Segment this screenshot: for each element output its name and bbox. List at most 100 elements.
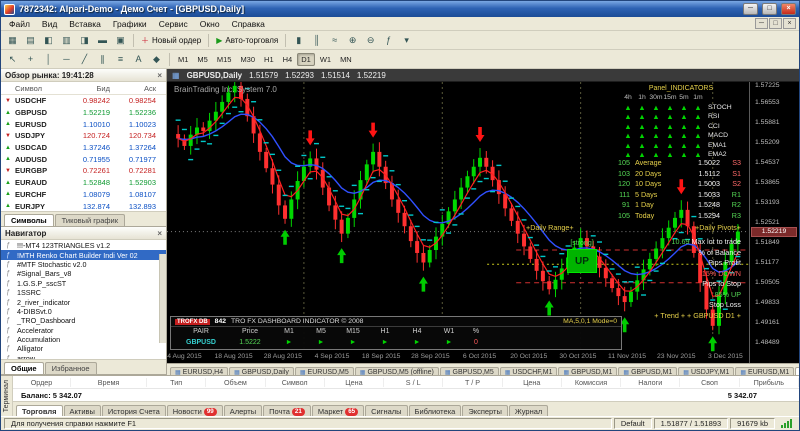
- price-scale-label: 1.56553: [755, 99, 780, 106]
- market-watch-row[interactable]: ▲EURAUD1.528481.52903: [1, 177, 166, 189]
- navigator-item[interactable]: ƒ2_river_indicator: [1, 297, 166, 306]
- indicator-icon: ƒ: [6, 289, 14, 296]
- pivot-name: Average: [635, 158, 677, 169]
- unread-badge: 99: [204, 408, 217, 416]
- navigator-item[interactable]: ƒ1.G.S.P_sscST: [1, 279, 166, 288]
- chart-close-button[interactable]: ×: [783, 18, 796, 29]
- zoom-out-button[interactable]: ⊖: [362, 33, 379, 48]
- market-watch-button[interactable]: ◧: [40, 33, 57, 48]
- navigator-item[interactable]: ƒ_TRO_Dashboard: [1, 316, 166, 325]
- timeframe-W1-button[interactable]: W1: [316, 53, 335, 66]
- terminal-column-Прибыль: Прибыль: [740, 378, 799, 387]
- signal-up-arrow-icon: ▲: [691, 131, 705, 141]
- market-watch-row[interactable]: ▼USDCHF0.982420.98254: [1, 95, 166, 107]
- navigator-tab-Общие[interactable]: Общие: [4, 362, 44, 374]
- navigator-item[interactable]: ƒAccelerator: [1, 326, 166, 335]
- navigator-item[interactable]: ƒ#Signal_Bars_v8: [1, 269, 166, 278]
- menu-Вид[interactable]: Вид: [36, 18, 63, 30]
- timeframe-D1-button[interactable]: D1: [297, 53, 315, 66]
- market-watch-row[interactable]: ▲EURUSD1.100101.10023: [1, 118, 166, 130]
- new-order-button[interactable]: ＋Новый ордер: [138, 33, 204, 48]
- text-label-button[interactable]: A: [130, 52, 147, 67]
- navigator-header[interactable]: Навигатор ×: [1, 227, 166, 240]
- market-watch-tab-Символы[interactable]: Символы: [4, 214, 54, 226]
- timeframe-H4-button[interactable]: H4: [279, 53, 297, 66]
- cursor-button[interactable]: ↖: [4, 52, 21, 67]
- terminal-button[interactable]: ▬: [94, 33, 111, 48]
- balance-value: 5 342.07: [728, 391, 791, 400]
- timeframe-M30-button[interactable]: M30: [236, 53, 259, 66]
- market-watch-row[interactable]: ▲EURJPY132.874132.893: [1, 200, 166, 211]
- market-watch-row[interactable]: ▲GBPUSD1.522191.52236: [1, 107, 166, 119]
- navigator-item[interactable]: ƒ!!!-MT4 123TRIANGLES v1.2: [1, 241, 166, 250]
- profiles-button[interactable]: ▤: [22, 33, 39, 48]
- close-icon[interactable]: ×: [157, 71, 162, 80]
- horizontal-line-button[interactable]: ─: [58, 52, 75, 67]
- status-profile[interactable]: Default: [614, 418, 652, 429]
- daily-pivots-label: +Daily Pivots+: [695, 223, 741, 232]
- timeframe-MN-button[interactable]: MN: [336, 53, 356, 66]
- market-watch-row[interactable]: ▲EURCHF1.080791.08107: [1, 189, 166, 201]
- navigator-item[interactable]: ƒ!MTH Renko Chart Builder Indi Ver 02: [1, 250, 166, 259]
- price-axis[interactable]: 1.572251.565531.558811.552091.545371.538…: [749, 82, 799, 363]
- indicator-icon: ƒ: [6, 299, 14, 306]
- navigator-item[interactable]: ƒAlligator: [1, 344, 166, 353]
- trendline-button[interactable]: ╱: [76, 52, 93, 67]
- timeframe-column-label: 15m: [663, 93, 677, 103]
- balance-label: Баланс: 5 342.07: [21, 391, 82, 400]
- market-watch-row[interactable]: ▼USDJPY120.724120.734: [1, 130, 166, 142]
- market-watch-row[interactable]: ▲USDCAD1.372461.37264: [1, 142, 166, 154]
- chart-restore-button[interactable]: □: [769, 18, 782, 29]
- connection-signal-icon: [777, 419, 796, 428]
- menu-Окно[interactable]: Окно: [194, 18, 226, 30]
- dashboard-column-label: M1: [273, 327, 305, 338]
- pivot-table: 105Average1.5022S310320 Days1.5112S11201…: [608, 158, 741, 221]
- menu-Справка[interactable]: Справка: [226, 18, 271, 30]
- timeframe-H1-button[interactable]: H1: [260, 53, 278, 66]
- timeframe-M15-button[interactable]: M15: [213, 53, 236, 66]
- close-button[interactable]: ×: [781, 3, 796, 15]
- timeframe-M1-button[interactable]: M1: [174, 53, 192, 66]
- navigator-button[interactable]: ◨: [76, 33, 93, 48]
- minimize-button[interactable]: ─: [743, 3, 758, 15]
- market-watch-row[interactable]: ▲AUDUSD0.719550.71977: [1, 153, 166, 165]
- terminal-side-tab[interactable]: Терминал: [1, 376, 13, 416]
- fibonacci-button[interactable]: ≡: [112, 52, 129, 67]
- data-window-button[interactable]: ▥: [58, 33, 75, 48]
- maximize-button[interactable]: □: [762, 3, 777, 15]
- market-watch-header[interactable]: Обзор рынка: 19:41:28 ×: [1, 69, 166, 82]
- candlestick-chart-button[interactable]: ▮: [290, 33, 307, 48]
- vertical-line-button[interactable]: │: [40, 52, 57, 67]
- navigator-item[interactable]: ƒ#MTF Stochastic v2.0: [1, 260, 166, 269]
- arrow-objects-button[interactable]: ◆: [148, 52, 165, 67]
- indicators-button[interactable]: ƒ: [380, 33, 397, 48]
- zoom-in-button[interactable]: ⊕: [344, 33, 361, 48]
- strategy-tester-button[interactable]: ▣: [112, 33, 129, 48]
- menu-Вставка[interactable]: Вставка: [63, 18, 107, 30]
- navigator-scrollbar[interactable]: [159, 254, 166, 343]
- market-watch-row[interactable]: ▼EURGBP0.722610.72281: [1, 165, 166, 177]
- market-watch-tab-Тиковый график[interactable]: Тиковый график: [55, 214, 125, 226]
- templates-button[interactable]: ▾: [398, 33, 415, 48]
- navigator-item[interactable]: ƒ4-DIBSvt.0: [1, 307, 166, 316]
- bar-chart-button[interactable]: ║: [308, 33, 325, 48]
- new-chart-button[interactable]: ▦: [4, 33, 21, 48]
- chart-plot-area[interactable]: BrainTrading Inc. System 7.0 Panel_INDIC…: [167, 82, 749, 363]
- chart-minimize-button[interactable]: ─: [755, 18, 768, 29]
- menu-Графики[interactable]: Графики: [107, 18, 153, 30]
- crosshair-button[interactable]: +: [22, 52, 39, 67]
- menu-Сервис[interactable]: Сервис: [153, 18, 194, 30]
- navigator-item[interactable]: ƒAccumulation: [1, 335, 166, 344]
- navigator-item[interactable]: ƒ1SSRC: [1, 288, 166, 297]
- title-bar[interactable]: 7872342: Alpari-Demo - Демо Счет - [GBPU…: [1, 1, 799, 17]
- close-icon[interactable]: ×: [157, 229, 162, 238]
- navigator-item[interactable]: ƒarrow: [1, 354, 166, 359]
- signal-up-arrow-icon: ▲: [691, 112, 705, 122]
- navigator-tab-Избранное[interactable]: Избранное: [45, 362, 97, 374]
- autotrading-button[interactable]: ▶Авто-торговля: [213, 33, 281, 48]
- line-chart-button[interactable]: ≈: [326, 33, 343, 48]
- timeframe-M5-button[interactable]: M5: [193, 53, 211, 66]
- menu-Файл[interactable]: Файл: [3, 18, 36, 30]
- equidistant-channel-button[interactable]: ∥: [94, 52, 111, 67]
- indicator-row-label: MACD: [705, 131, 741, 141]
